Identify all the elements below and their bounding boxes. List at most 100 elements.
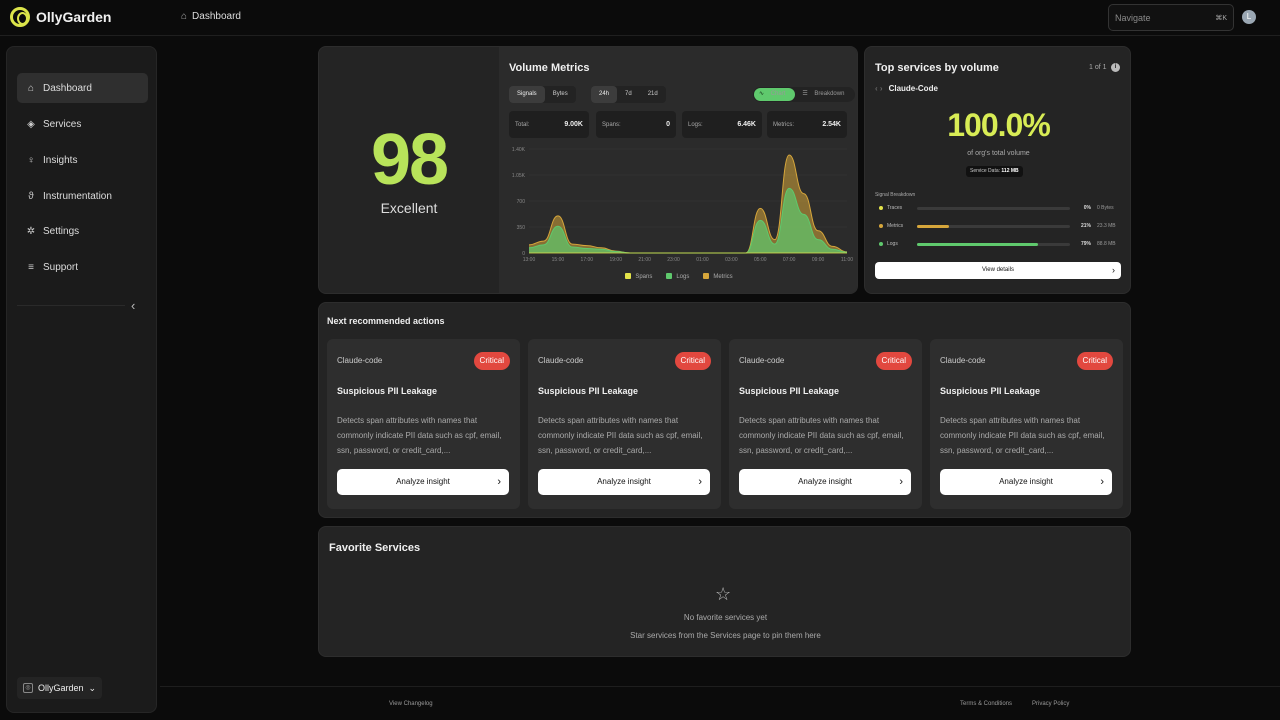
stat-total: Total: 9.00K bbox=[509, 111, 589, 138]
favorites-hint-text: Star services from the Services page to … bbox=[630, 631, 821, 640]
support-icon: ≡ bbox=[28, 261, 34, 273]
sidebar-item-instrumentation[interactable]: ϑ Instrumentation bbox=[17, 181, 148, 211]
legend-metrics: Metrics bbox=[703, 273, 733, 280]
org-switcher[interactable]: ◎ OllyGarden ⌄ bbox=[17, 677, 103, 699]
analyze-insight-button[interactable]: Analyze insight › bbox=[940, 469, 1112, 495]
action-card: Claude-code Critical Suspicious PII Leak… bbox=[729, 339, 922, 509]
favorites-title: Favorite Services bbox=[329, 542, 421, 554]
top-services-title: Top services by volume bbox=[875, 62, 999, 74]
mode-signals[interactable]: Signals bbox=[509, 86, 545, 103]
analyze-insight-button[interactable]: Analyze insight › bbox=[337, 469, 509, 495]
x-tick-label: 13:00 bbox=[523, 257, 536, 263]
range-21d[interactable]: 21d bbox=[640, 86, 666, 103]
x-tick-label: 05:00 bbox=[754, 257, 767, 263]
view-breakdown[interactable]: ☰ Breakdown bbox=[797, 88, 854, 101]
stat-logs: Logs: 6.46K bbox=[682, 111, 762, 138]
y-tick-label: 1.40K bbox=[512, 147, 526, 153]
mode-toggle: Signals Bytes bbox=[509, 86, 576, 103]
severity-badge: Critical bbox=[674, 352, 711, 370]
legend-logs: Logs bbox=[666, 273, 689, 280]
range-7d[interactable]: 7d bbox=[617, 86, 640, 103]
action-card: Claude-code Critical Suspicious PII Leak… bbox=[327, 339, 520, 509]
star-icon: ☆ bbox=[715, 584, 732, 604]
score-value: 98 bbox=[370, 120, 449, 200]
layers-icon: ◈ bbox=[27, 118, 35, 130]
volume-chart: 03507001.05K1.40K13:00 15:00 17:00 19:00 21:… bbox=[512, 147, 853, 263]
chevron-down-icon: ⌄ bbox=[88, 682, 97, 693]
sidebar-item-label: Settings bbox=[43, 225, 80, 237]
x-tick-label: 07:00 bbox=[783, 257, 796, 263]
home-icon: ⌂ bbox=[181, 11, 188, 22]
range-toggle: 24h 7d 21d bbox=[591, 86, 666, 103]
sidebar-item-services[interactable]: ◈ Services bbox=[17, 109, 148, 139]
sidebar: ⌂ Dashboard ◈ Services ♀ Insights ϑ Inst… bbox=[6, 46, 157, 713]
range-24h[interactable]: 24h bbox=[591, 86, 618, 103]
sidebar-item-insights[interactable]: ♀ Insights bbox=[17, 145, 148, 175]
breakdown-row-traces: Traces 0% 0 Bytes bbox=[879, 205, 1124, 213]
top-services-card: Top services by volume 1 of 1 i ‹ › Claud… bbox=[864, 46, 1131, 294]
chevron-right-icon: › bbox=[899, 476, 903, 488]
sidebar-item-support[interactable]: ≡ Support bbox=[17, 252, 148, 282]
plug-icon: ϑ bbox=[28, 190, 34, 202]
info-icon[interactable]: i bbox=[1111, 63, 1120, 72]
service-data-pill: Service Data: 112 MB bbox=[966, 166, 1023, 177]
sidebar-item-label: Instrumentation bbox=[43, 190, 112, 202]
service-selector[interactable]: ‹ › Claude-Code bbox=[875, 84, 938, 93]
health-score-card: 98 Excellent Volume Metrics Signals Byte… bbox=[318, 46, 858, 294]
severity-badge: Critical bbox=[473, 352, 510, 370]
favorite-services-card: Favorite Services ☆ No favorite services… bbox=[318, 526, 1131, 657]
view-toggle: ∿ Chart ☰ Breakdown bbox=[753, 87, 856, 102]
y-tick-label: 700 bbox=[517, 199, 526, 205]
x-tick-label: 23:00 bbox=[667, 257, 680, 263]
legend-spans: Spans bbox=[625, 273, 652, 280]
sidebar-item-label: Support bbox=[43, 261, 79, 273]
breadcrumb[interactable]: ⌂ Dashboard bbox=[181, 11, 241, 22]
privacy-link[interactable]: Privacy Policy bbox=[1032, 701, 1069, 707]
sidebar-item-settings[interactable]: ✲ Settings bbox=[17, 216, 148, 246]
pager: 1 of 1 bbox=[1089, 64, 1107, 71]
volume-percent-label: of org's total volume bbox=[967, 150, 1030, 157]
chevron-left-icon[interactable]: ‹ › bbox=[875, 84, 883, 93]
action-card: Claude-code Critical Suspicious PII Leak… bbox=[930, 339, 1123, 509]
view-details-button[interactable]: View details › bbox=[875, 262, 1121, 279]
mode-bytes[interactable]: Bytes bbox=[545, 86, 576, 103]
search-placeholder: Navigate bbox=[1115, 12, 1151, 23]
sidebar-divider bbox=[17, 305, 125, 306]
collapse-sidebar-icon[interactable]: ‹ bbox=[131, 298, 135, 313]
navigate-search[interactable]: Navigate ⌘K bbox=[1108, 4, 1234, 31]
health-score: 98 Excellent bbox=[319, 47, 499, 293]
lightbulb-icon: ♀ bbox=[27, 154, 35, 166]
volume-percent: 100.0% bbox=[947, 107, 1051, 143]
avatar[interactable]: L bbox=[1242, 10, 1256, 24]
gear-icon: ✲ bbox=[26, 225, 36, 237]
chart-legend: Spans Logs Metrics bbox=[499, 273, 857, 280]
org-icon: ◎ bbox=[23, 683, 33, 693]
analyze-insight-button[interactable]: Analyze insight › bbox=[739, 469, 911, 495]
actions-title: Next recommended actions bbox=[327, 316, 445, 326]
x-tick-label: 03:00 bbox=[725, 257, 738, 263]
y-tick-label: 1.05K bbox=[512, 173, 526, 179]
changelog-link[interactable]: View Changelog bbox=[389, 701, 433, 707]
severity-badge: Critical bbox=[1076, 352, 1113, 370]
home-icon: ⌂ bbox=[27, 82, 35, 94]
chevron-right-icon: › bbox=[1100, 476, 1104, 488]
recommended-actions-card: Next recommended actions Claude-code Cri… bbox=[318, 302, 1131, 518]
signal-breakdown-title: Signal Breakdown bbox=[875, 192, 916, 198]
sidebar-item-label: Services bbox=[43, 118, 82, 130]
footer: View Changelog Terms & Conditions Privac… bbox=[160, 686, 1280, 720]
y-tick-label: 350 bbox=[517, 225, 526, 231]
top-bar: OllyGarden ⌂ Dashboard Navigate ⌘K L bbox=[0, 0, 1280, 36]
sidebar-item-label: Dashboard bbox=[43, 82, 92, 94]
terms-link[interactable]: Terms & Conditions bbox=[960, 701, 1012, 707]
volume-metrics-title: Volume Metrics bbox=[509, 62, 590, 74]
sidebar-item-dashboard[interactable]: ⌂ Dashboard bbox=[17, 73, 148, 103]
app-logo[interactable]: OllyGarden bbox=[10, 7, 111, 27]
x-tick-label: 15:00 bbox=[552, 257, 565, 263]
analyze-insight-button[interactable]: Analyze insight › bbox=[538, 469, 710, 495]
x-tick-label: 17:00 bbox=[581, 257, 594, 263]
breakdown-row-metrics: Metrics 21% 23.3 MB bbox=[879, 223, 1124, 231]
volume-metrics-panel: Volume Metrics Signals Bytes 24h 7d 21d … bbox=[499, 47, 857, 293]
stat-spans: Spans: 0 bbox=[596, 111, 676, 138]
view-chart[interactable]: ∿ Chart bbox=[754, 88, 796, 101]
chevron-right-icon: › bbox=[1112, 265, 1115, 275]
